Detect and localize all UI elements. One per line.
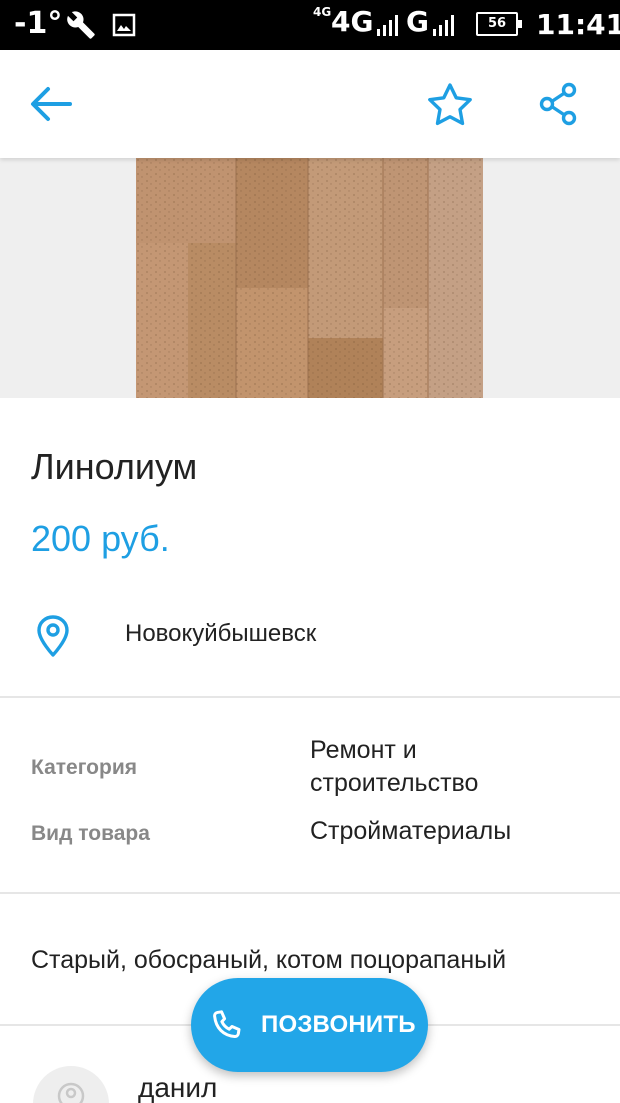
signal-strength-icon [433, 15, 454, 36]
category-value: Ремонт и строительство [310, 736, 479, 797]
image-icon [112, 13, 136, 37]
network-type-primary: 4G [331, 5, 374, 38]
battery-indicator: 56 [476, 12, 522, 36]
network-type-secondary: G [406, 5, 429, 38]
listing-description: Старый, обосраный, котом поцорапаный [31, 946, 507, 974]
signal-strength-icon [377, 15, 398, 36]
photo-gallery[interactable] [0, 158, 620, 398]
listing-location: Новокуйбышевск [125, 620, 317, 647]
clock: 11:41 [536, 8, 620, 41]
divider [0, 892, 620, 894]
wrench-icon [67, 11, 95, 39]
network-type-small: 4G [313, 5, 332, 19]
listing-title: Линолиум [31, 446, 198, 487]
call-button-label: ПОЗВОНИТЬ [261, 1011, 416, 1038]
temperature-readout: -1° [14, 6, 63, 41]
user-icon [57, 1082, 85, 1103]
location-pin-icon [37, 615, 69, 657]
avatar[interactable] [33, 1066, 109, 1103]
share-icon[interactable] [538, 82, 578, 126]
category-label: Категория [31, 756, 138, 779]
divider [0, 696, 620, 698]
product-type-value: Стройматериалы [310, 817, 512, 845]
listing-photo[interactable] [136, 158, 483, 398]
product-type-label: Вид товара [31, 822, 150, 845]
star-outline-icon[interactable] [426, 82, 474, 126]
call-button[interactable]: ПОЗВОНИТЬ [191, 978, 428, 1072]
arrow-left-icon[interactable] [28, 84, 74, 124]
status-bar: -1° 4G 4G G 56 11:41 [0, 0, 620, 50]
listing-price: 200 руб. [31, 518, 170, 559]
phone-icon [213, 1010, 241, 1039]
seller-name[interactable]: данил [138, 1072, 217, 1103]
app-toolbar [0, 50, 620, 158]
